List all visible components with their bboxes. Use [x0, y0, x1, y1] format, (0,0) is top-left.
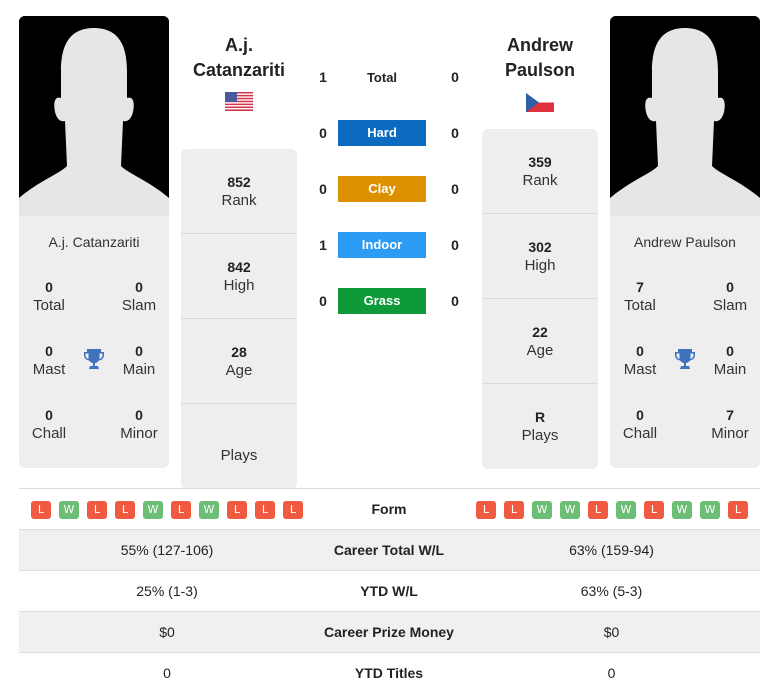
player2-form: LLWWLWLWWL: [476, 501, 748, 519]
player1-name-line2[interactable]: Catanzariti: [181, 58, 297, 83]
player2-titles-minor: 7 Minor: [711, 407, 749, 442]
czech-flag-icon: [526, 93, 554, 112]
player2-name-line1[interactable]: Andrew: [482, 33, 598, 58]
player2-titles-slam: 0 Slam: [712, 279, 748, 314]
h2h-hard: 0 Hard 0: [313, 120, 463, 148]
player1-header: A.j. Catanzariti: [181, 33, 297, 83]
h2h-total: 1 Total 0: [319, 69, 459, 85]
player2-form-badge-win[interactable]: W: [672, 501, 692, 519]
player2-header: Andrew Paulson: [482, 33, 598, 83]
trophy-icon: [82, 347, 106, 371]
table-row: 25% (1-3) YTD W/L 63% (5-3): [19, 570, 760, 611]
player1-form: LWLLWLWLLL: [31, 501, 303, 519]
player1-form-badge-loss[interactable]: L: [283, 501, 303, 519]
player2-titles-main: 0 Main: [713, 343, 747, 378]
player2-titles-card: Andrew Paulson 7 Total 0 Slam 0 Mast 0 M…: [610, 216, 760, 468]
player2-form-badge-win[interactable]: W: [560, 501, 580, 519]
player1-titles-total: 0 Total: [33, 279, 65, 314]
player1-titles-minor: 0 Minor: [120, 407, 158, 442]
form-label: Form: [371, 501, 407, 517]
player1-titles-slam: 0 Slam: [121, 279, 157, 314]
player2-rank: 359 Rank: [482, 129, 598, 214]
player1-form-badge-win[interactable]: W: [59, 501, 79, 519]
form-row: LWLLWLWLLL Form LLWWLWLWWL: [19, 488, 760, 529]
table-row: $0 Career Prize Money $0: [19, 611, 760, 652]
player2-photo: [610, 16, 760, 216]
player1-high: 842 High: [181, 234, 297, 319]
player1-card-name: A.j. Catanzariti: [48, 234, 140, 250]
player2-high: 302 High: [482, 214, 598, 299]
player1-photo: [19, 16, 169, 216]
surface-indoor-button[interactable]: Indoor: [338, 232, 426, 258]
player1-age: 28 Age: [181, 319, 297, 404]
comparison-table: LWLLWLWLLL Form LLWWLWLWWL 55% (127-106)…: [19, 488, 760, 693]
player1-titles-chall: 0 Chall: [31, 407, 67, 442]
player2-form-badge-loss[interactable]: L: [728, 501, 748, 519]
player1-form-badge-loss[interactable]: L: [255, 501, 275, 519]
h2h-panel: 1 Total 0 0 Hard 0 0 Clay 0 1 Indoor 0 0…: [313, 64, 463, 314]
player2-name-line2[interactable]: Paulson: [482, 58, 598, 83]
player1-titles-main: 0 Main: [122, 343, 156, 378]
player1-form-badge-loss[interactable]: L: [171, 501, 191, 519]
h2h-clay: 0 Clay 0: [313, 176, 463, 204]
player2-form-badge-win[interactable]: W: [700, 501, 720, 519]
player1-stats-column: 852 Rank 842 High 28 Age Plays: [181, 149, 297, 489]
player1-plays: Plays: [220, 447, 258, 464]
silhouette-icon: [610, 16, 760, 216]
player1-titles-mast: 0 Mast: [32, 343, 66, 378]
player2-titles-mast: 0 Mast: [623, 343, 657, 378]
player1-rank: 852 Rank: [181, 149, 297, 234]
player1-form-badge-loss[interactable]: L: [87, 501, 107, 519]
surface-clay-button[interactable]: Clay: [338, 176, 426, 202]
h2h-grass: 0 Grass 0: [313, 288, 463, 316]
player2-form-badge-loss[interactable]: L: [476, 501, 496, 519]
player2-card-name: Andrew Paulson: [634, 234, 736, 250]
trophy-icon: [673, 347, 697, 371]
player1-form-badge-loss[interactable]: L: [31, 501, 51, 519]
h2h-indoor: 1 Indoor 0: [313, 232, 463, 260]
surface-hard-button[interactable]: Hard: [338, 120, 426, 146]
player2-stats-column: 359 Rank 302 High 22 Age R Plays: [482, 129, 598, 469]
player2-titles-chall: 0 Chall: [622, 407, 658, 442]
usa-flag-icon: [225, 92, 253, 111]
player1-form-badge-win[interactable]: W: [143, 501, 163, 519]
player2-form-badge-win[interactable]: W: [532, 501, 552, 519]
player2-form-badge-win[interactable]: W: [616, 501, 636, 519]
player2-form-badge-loss[interactable]: L: [588, 501, 608, 519]
player2-age: 22 Age: [482, 299, 598, 384]
table-row: 55% (127-106) Career Total W/L 63% (159-…: [19, 529, 760, 570]
player1-form-badge-loss[interactable]: L: [227, 501, 247, 519]
player2-form-badge-loss[interactable]: L: [644, 501, 664, 519]
player1-form-badge-loss[interactable]: L: [115, 501, 135, 519]
player1-titles-card: A.j. Catanzariti 0 Total 0 Slam 0 Mast 0…: [19, 216, 169, 468]
player2-titles-total: 7 Total: [624, 279, 656, 314]
surface-grass-button[interactable]: Grass: [338, 288, 426, 314]
silhouette-icon: [19, 16, 169, 216]
player1-name-line1[interactable]: A.j.: [181, 33, 297, 58]
table-row: 0 YTD Titles 0: [19, 652, 760, 693]
player1-form-badge-win[interactable]: W: [199, 501, 219, 519]
player2-plays: R Plays: [521, 409, 559, 444]
player2-form-badge-loss[interactable]: L: [504, 501, 524, 519]
